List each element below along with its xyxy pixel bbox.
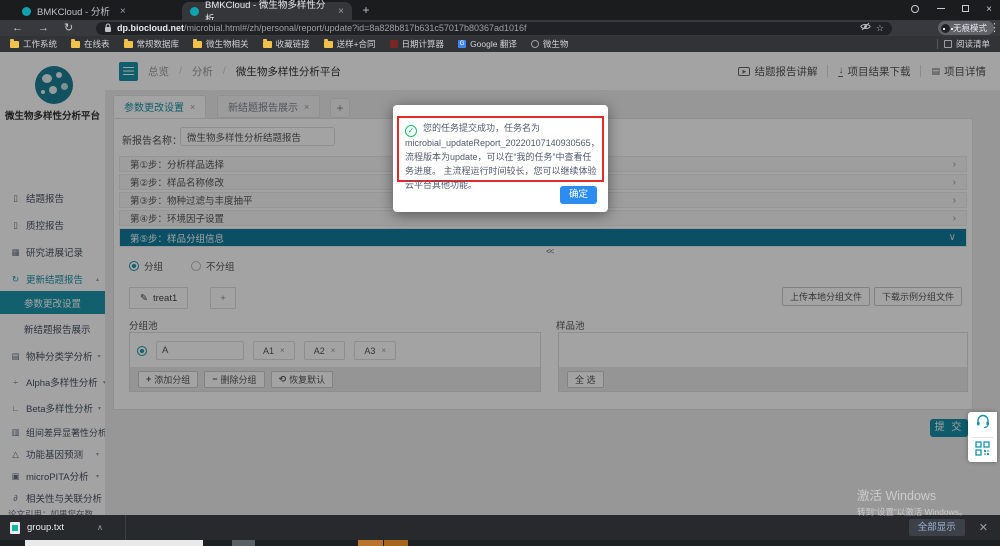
bmkcloud-favicon	[190, 7, 199, 16]
bookmark-item[interactable]: 日期计算器	[390, 38, 445, 50]
browser-toolbar: ← → ↻ dp.biocloud.net/microbial.html#/zh…	[0, 20, 1000, 36]
browser-tab-title: BMKCloud - 分析	[37, 4, 110, 18]
incognito-badge[interactable]: 无痕模式	[938, 21, 994, 35]
screen: BMKCloud - 分析 × BMKCloud - 微生物多样性分析 × + …	[0, 0, 1000, 546]
confirm-button[interactable]: 确定	[560, 186, 597, 204]
service-widget	[968, 412, 997, 462]
bookmark-star-icon[interactable]: ☆	[876, 23, 884, 34]
customer-service-icon[interactable]	[975, 413, 991, 434]
bookmark-item[interactable]: GGoogle 翻译	[458, 38, 517, 50]
folder-icon	[71, 41, 80, 48]
windows-taskbar-edge	[0, 540, 1000, 546]
dialog-message: ✓您的任务提交成功，任务名为microbial_updateReport_202…	[405, 122, 597, 193]
close-download-bar-icon[interactable]: ✕	[979, 521, 988, 534]
bookmarks-bar: 工作系统 在线表 常规数据库 微生物相关 收藏链接 送样+合同 日期计算器 GG…	[0, 36, 1000, 52]
browser-profile-icon[interactable]	[902, 0, 928, 20]
bookmark-item[interactable]: 收藏链接	[263, 38, 310, 50]
browser-tab-strip: BMKCloud - 分析 × BMKCloud - 微生物多样性分析 × + …	[0, 0, 1000, 20]
eye-off-icon[interactable]	[860, 19, 871, 37]
back-icon[interactable]: ←	[12, 20, 23, 36]
new-tab-button[interactable]: +	[358, 3, 374, 19]
window-close-button[interactable]: ×	[976, 0, 1000, 20]
url-text: dp.biocloud.net/microbial.html#/zh/perso…	[117, 23, 527, 33]
chevron-up-icon[interactable]: ∧	[97, 523, 103, 532]
windows-activation-watermark: 激活 Windows 转到“设置”以激活 Windows。	[857, 485, 968, 518]
chrome-menu-icon[interactable]: ⋮	[989, 20, 1000, 36]
browser-tab-1[interactable]: BMKCloud - 分析 ×	[14, 2, 176, 20]
file-icon	[10, 522, 20, 534]
address-bar[interactable]: dp.biocloud.net/microbial.html#/zh/perso…	[96, 22, 892, 35]
browser-tab-2[interactable]: BMKCloud - 微生物多样性分析 ×	[182, 2, 352, 20]
calculator-icon	[390, 40, 398, 48]
divider	[972, 437, 993, 438]
reload-icon[interactable]: ↻	[64, 20, 73, 36]
download-bar: group.txt ∧ 全部显示 ✕	[0, 515, 1000, 540]
bookmark-item[interactable]: 送样+合同	[324, 38, 376, 50]
reading-list-button[interactable]: 阅读清单	[944, 38, 990, 50]
padlock-icon	[104, 23, 112, 33]
bookmark-item[interactable]: 微生物	[531, 38, 569, 50]
reading-list-icon	[944, 40, 952, 48]
taskbar-window-segment	[384, 540, 408, 546]
globe-icon	[531, 40, 539, 48]
folder-icon	[324, 41, 333, 48]
window-minimize-button[interactable]	[928, 0, 954, 20]
incognito-label: 无痕模式	[953, 22, 987, 34]
file-name: group.txt	[27, 522, 64, 533]
folder-icon	[10, 41, 19, 48]
downloaded-file-item[interactable]: group.txt ∧	[0, 522, 113, 534]
folder-icon	[124, 41, 133, 48]
tab-close-icon[interactable]: ×	[120, 6, 126, 17]
bookmark-item[interactable]: 工作系统	[10, 38, 57, 50]
bookmark-item[interactable]: 常规数据库	[124, 38, 180, 50]
qr-code-icon[interactable]	[975, 441, 990, 461]
bmkcloud-favicon	[22, 7, 31, 16]
taskbar-window-segment	[358, 540, 383, 546]
incognito-icon	[941, 24, 950, 33]
tab-close-icon[interactable]: ×	[338, 6, 344, 17]
task-success-dialog: ✓您的任务提交成功，任务名为microbial_updateReport_202…	[393, 105, 608, 212]
show-all-downloads-button[interactable]: 全部显示	[909, 519, 965, 536]
taskbar-window-segment	[232, 540, 255, 546]
folder-icon	[263, 41, 272, 48]
divider	[125, 515, 126, 540]
forward-icon[interactable]: →	[38, 20, 49, 36]
taskbar-window-segment	[25, 540, 203, 546]
window-maximize-button[interactable]	[952, 0, 978, 20]
folder-icon	[193, 41, 202, 48]
bookmark-item[interactable]: 微生物相关	[193, 38, 249, 50]
success-check-icon: ✓	[405, 125, 417, 137]
google-translate-icon: G	[458, 40, 466, 48]
bookmark-item[interactable]: 在线表	[71, 38, 110, 50]
divider	[937, 39, 938, 49]
